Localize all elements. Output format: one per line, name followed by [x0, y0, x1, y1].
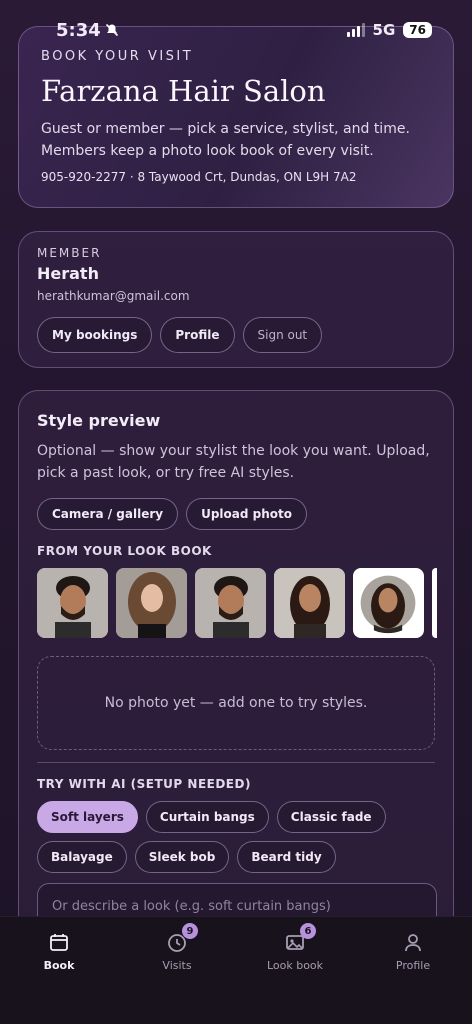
tab-label: Book [43, 959, 75, 972]
lookbook-photo[interactable] [432, 568, 437, 638]
describe-placeholder: Or describe a look (e.g. soft curtain ba… [52, 898, 331, 914]
chip-classic-fade[interactable]: Classic fade [276, 801, 386, 833]
lookbook-strip[interactable] [37, 568, 437, 638]
bottom-tab-bar: Book 9 Visits 6 Look book Profile [0, 916, 472, 1024]
status-bar: 5:34 5G 76 [0, 0, 472, 60]
member-name: Herath [37, 264, 99, 283]
lookbook-photo[interactable] [37, 568, 108, 638]
woman-portrait-image [355, 570, 422, 636]
signal-icon [346, 23, 365, 37]
chip-beard-tidy[interactable]: Beard tidy [237, 841, 336, 873]
man-portrait-image [195, 568, 266, 638]
man-portrait-image [37, 568, 108, 638]
lookbook-photo[interactable] [116, 568, 187, 638]
style-preview-card: Style preview Optional — show your styli… [18, 390, 454, 990]
tab-book[interactable]: Book [9, 931, 109, 1024]
tab-label: Visits [162, 959, 192, 972]
salon-contact: 905-920-2277 · 8 Taywood Crt, Dundas, ON… [41, 170, 357, 184]
member-email: herathkumar@gmail.com [37, 289, 190, 303]
salon-title: Farzana Hair Salon [41, 74, 326, 108]
hero-description: Guest or member — pick a service, stylis… [41, 121, 410, 159]
visits-badge: 9 [182, 923, 198, 939]
tab-profile[interactable]: Profile [363, 931, 463, 1024]
network-label: 5G [372, 21, 396, 39]
lookbook-photo[interactable] [195, 568, 266, 638]
ai-style-chips: Soft layers Curtain bangs Classic fade B… [37, 801, 437, 873]
upload-photo-button[interactable]: Upload photo [186, 498, 308, 530]
tab-label: Look book [266, 959, 324, 972]
clock-icon: 9 [166, 923, 198, 953]
my-bookings-button[interactable]: My bookings [37, 317, 153, 353]
tab-visits[interactable]: 9 Visits [127, 923, 227, 1024]
person-icon [402, 931, 424, 953]
camera-gallery-button[interactable]: Camera / gallery [37, 498, 179, 530]
woman-portrait-image [274, 568, 345, 638]
style-preview-title: Style preview [37, 411, 161, 430]
profile-button[interactable]: Profile [160, 317, 235, 353]
tab-label: Profile [395, 959, 431, 972]
upload-actions: Camera / gallery Upload photo [37, 498, 435, 530]
photo-dropzone[interactable]: No photo yet — add one to try styles. [37, 656, 435, 750]
chip-balayage[interactable]: Balayage [37, 841, 127, 873]
tab-look-book[interactable]: 6 Look book [245, 923, 345, 1024]
bell-muted-icon [105, 23, 118, 37]
chip-soft-layers[interactable]: Soft layers [37, 801, 138, 833]
member-card: MEMBER Herath herathkumar@gmail.com My b… [18, 231, 454, 368]
chip-sleek-bob[interactable]: Sleek bob [134, 841, 230, 873]
ai-label: TRY WITH AI (SETUP NEEDED) [37, 777, 251, 791]
member-label: MEMBER [37, 246, 102, 260]
lookbook-label: FROM YOUR LOOK BOOK [37, 544, 212, 558]
sign-out-button[interactable]: Sign out [242, 317, 323, 353]
status-right: 5G 76 [346, 21, 432, 39]
clock-text: 5:34 [56, 19, 101, 41]
woman-waves-portrait-image [116, 568, 187, 638]
lookbook-photo-selected[interactable] [353, 568, 424, 638]
chip-curtain-bangs[interactable]: Curtain bangs [145, 801, 269, 833]
style-preview-description: Optional — show your stylist the look yo… [37, 443, 430, 481]
calendar-icon [48, 931, 70, 953]
empty-photo-text: No photo yet — add one to try styles. [104, 695, 368, 711]
photos-icon: 6 [284, 923, 316, 953]
look-book-badge: 6 [300, 923, 316, 939]
divider [37, 762, 435, 763]
lookbook-photo[interactable] [274, 568, 345, 638]
status-time: 5:34 [56, 20, 119, 41]
member-actions: My bookings Profile Sign out [37, 317, 435, 353]
battery-icon: 76 [403, 22, 432, 38]
